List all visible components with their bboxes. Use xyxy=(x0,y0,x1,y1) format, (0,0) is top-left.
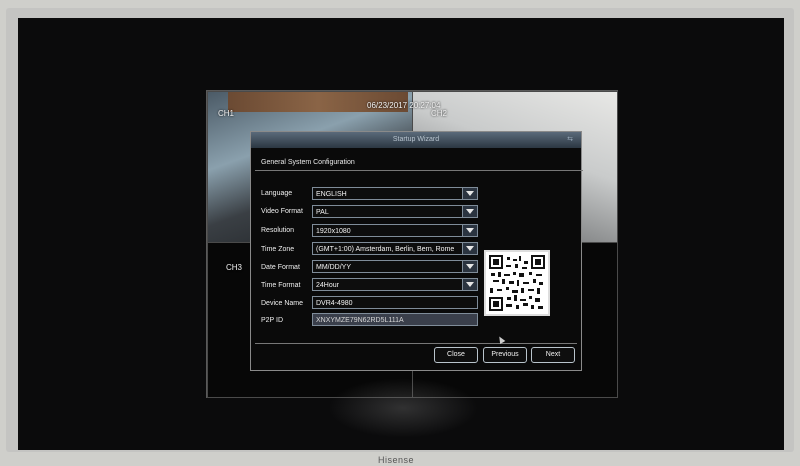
chevron-down-icon[interactable] xyxy=(462,243,477,254)
language-select[interactable]: ENGLISH xyxy=(312,187,478,200)
qr-code-image xyxy=(484,250,550,316)
section-title: General System Configuration xyxy=(255,156,583,171)
language-value: ENGLISH xyxy=(316,191,347,198)
screen-reflection xyxy=(328,378,478,438)
resolution-label: Resolution xyxy=(261,227,295,234)
device-name-input[interactable]: DVR4-4980 xyxy=(312,296,478,309)
p2p-id-label: P2P ID xyxy=(261,317,284,324)
close-icon[interactable]: ⇆ xyxy=(565,135,575,144)
device-name-label: Device Name xyxy=(261,300,304,307)
chevron-down-icon[interactable] xyxy=(462,188,477,199)
time-zone-label: Time Zone xyxy=(261,246,295,253)
time-format-label: Time Format xyxy=(261,282,301,289)
chevron-down-icon[interactable] xyxy=(462,206,477,217)
osd-timestamp: 06/23/2017 20:27:04 xyxy=(367,101,441,110)
chevron-down-icon[interactable] xyxy=(462,261,477,272)
previous-button[interactable]: Previous xyxy=(483,347,527,363)
qr-code-pattern xyxy=(489,255,545,311)
date-format-value: MM/DD/YY xyxy=(316,264,351,271)
next-button[interactable]: Next xyxy=(531,347,575,363)
resolution-select[interactable]: 1920x1080 xyxy=(312,224,478,237)
video-format-value: PAL xyxy=(316,209,329,216)
time-format-select[interactable]: 24Hour xyxy=(312,278,478,291)
p2p-id-field: XNXYMZE79N62RD5L111A xyxy=(312,313,478,326)
chevron-down-icon[interactable] xyxy=(462,279,477,290)
dvr-screen: CH1 CH2 CH3 06/23/2017 20:27:04 Startup … xyxy=(18,18,784,450)
chevron-down-icon[interactable] xyxy=(462,225,477,236)
divider xyxy=(255,343,577,344)
time-format-value: 24Hour xyxy=(316,282,339,289)
time-zone-select[interactable]: (GMT+1:00) Amsterdam, Berlin, Bern, Rome xyxy=(312,242,478,255)
brand-logo: Hisense xyxy=(378,455,415,465)
device-name-value: DVR4-4980 xyxy=(316,300,353,307)
close-button[interactable]: Close xyxy=(434,347,478,363)
resolution-value: 1920x1080 xyxy=(316,228,351,235)
video-format-select[interactable]: PAL xyxy=(312,205,478,218)
language-label: Language xyxy=(261,190,293,197)
date-format-select[interactable]: MM/DD/YY xyxy=(312,260,478,273)
date-format-label: Date Format xyxy=(261,264,300,271)
startup-wizard-dialog: Startup Wizard ⇆ General System Configur… xyxy=(250,131,583,371)
channel-label-ch2: CH2 xyxy=(431,109,448,118)
p2p-id-value: XNXYMZE79N62RD5L111A xyxy=(316,317,404,324)
channel-label-ch3: CH3 xyxy=(226,263,243,272)
time-zone-value: (GMT+1:00) Amsterdam, Berlin, Bern, Rome xyxy=(316,246,455,253)
tv-monitor: CH1 CH2 CH3 06/23/2017 20:27:04 Startup … xyxy=(6,8,794,465)
channel-label-ch1: CH1 xyxy=(218,109,235,118)
video-format-label: Video Format xyxy=(261,208,303,215)
wizard-title: Startup Wizard xyxy=(251,132,581,148)
